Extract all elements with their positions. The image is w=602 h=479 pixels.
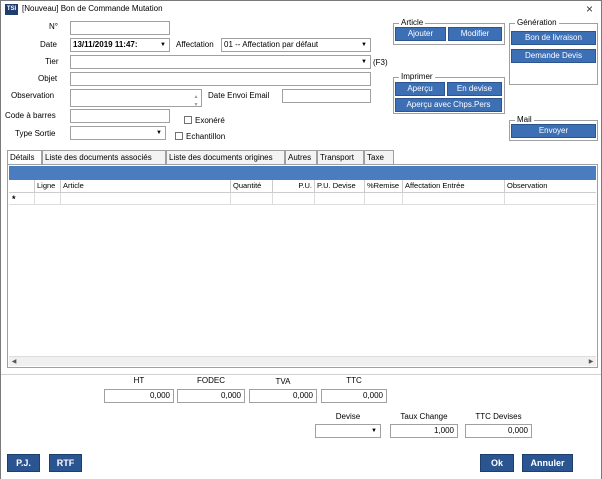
column-quantite[interactable]: Quantité [231, 180, 273, 193]
date-label: Date [40, 40, 57, 49]
tab-taxe[interactable]: Taxe [364, 150, 394, 164]
affectation-select[interactable]: 01 -- Affectation par défaut ▼ [221, 38, 371, 52]
ajouter-button[interactable]: Ajouter [395, 27, 446, 41]
close-icon[interactable]: × [586, 2, 593, 16]
pj-button[interactable]: P.J. [7, 454, 40, 472]
date-envoi-label: Date Envoi Email [208, 91, 270, 100]
demande-devis-button[interactable]: Demande Devis [511, 49, 596, 63]
new-row-marker: * [9, 193, 35, 205]
column-remise[interactable]: %Remise [365, 180, 403, 193]
apercu-chps-button[interactable]: Aperçu avec Chps.Pers [395, 98, 502, 112]
chevron-down-icon[interactable]: ▼ [359, 40, 369, 50]
tab-details[interactable]: Détails [7, 150, 42, 165]
column-observation[interactable]: Observation [505, 180, 596, 193]
divider [1, 374, 601, 375]
tva-value: 0,000 [249, 389, 317, 403]
echantillon-label: Echantillon [186, 132, 226, 141]
ht-value: 0,000 [104, 389, 174, 403]
cell-ligne[interactable] [35, 193, 61, 205]
cell-quantite[interactable] [231, 193, 273, 205]
title-bar: TSI [Nouveau] Bon de Commande Mutation × [1, 1, 601, 18]
tab-autres[interactable]: Autres [285, 150, 317, 164]
details-panel: Ligne Article Quantité P.U. P.U. Devise … [7, 164, 598, 368]
date-envoi-input[interactable] [282, 89, 371, 103]
column-article[interactable]: Article [61, 180, 231, 193]
num-label: N° [49, 22, 58, 31]
scroll-left-icon[interactable]: ◀ [9, 357, 19, 367]
column-affectation-entree[interactable]: Affectation Entrée [403, 180, 505, 193]
code-barres-input[interactable] [70, 109, 170, 123]
column-ligne[interactable]: Ligne [35, 180, 61, 193]
objet-label: Objet [38, 74, 58, 83]
modifier-button[interactable]: Modifier [448, 27, 502, 41]
tier-hint: (F3) [373, 58, 388, 67]
cell-observation[interactable] [505, 193, 596, 205]
horizontal-scrollbar[interactable]: ◀ ▶ [9, 356, 596, 366]
mail-group-title: Mail [515, 115, 534, 124]
fodec-label: FODEC [197, 376, 225, 385]
cell-remise[interactable] [365, 193, 403, 205]
ht-label: HT [133, 376, 145, 385]
rtf-button[interactable]: RTF [49, 454, 82, 472]
objet-input[interactable] [70, 72, 371, 86]
ttc-label: TTC [346, 376, 362, 385]
type-sortie-label: Type Sortie [15, 129, 56, 138]
ttc-devises-value: 0,000 [465, 424, 532, 438]
num-input[interactable] [70, 21, 170, 35]
article-group-title: Article [399, 18, 426, 27]
table-row[interactable]: * [9, 193, 596, 205]
date-value: 13/11/2019 11:47: [73, 40, 138, 49]
apercu-button[interactable]: Aperçu [395, 82, 445, 96]
echantillon-checkbox[interactable] [175, 132, 183, 140]
grid-group-bar [9, 166, 596, 180]
taux-change-value: 1,000 [390, 424, 458, 438]
observation-label: Observation [11, 91, 55, 100]
generation-group-title: Génération [515, 18, 559, 27]
chevron-down-icon[interactable]: ▼ [154, 128, 164, 138]
type-sortie-select[interactable]: ▼ [70, 126, 166, 140]
tab-documents-associes[interactable]: Liste des documents associés [42, 150, 166, 164]
tab-transport[interactable]: Transport [317, 150, 364, 164]
imprimer-group-title: Imprimer [399, 72, 435, 81]
main-window: TSI [Nouveau] Bon de Commande Mutation ×… [0, 0, 602, 479]
cell-pu-devise[interactable] [315, 193, 365, 205]
tier-label: Tier [45, 57, 59, 66]
affectation-value: 01 -- Affectation par défaut [224, 40, 319, 49]
window-title: [Nouveau] Bon de Commande Mutation [22, 4, 163, 13]
ok-button[interactable]: Ok [480, 454, 514, 472]
exonere-label: Exonéré [195, 116, 225, 125]
chevron-down-icon[interactable]: ▼ [359, 57, 369, 67]
code-barres-label: Code à barres [5, 111, 56, 120]
observation-input[interactable]: ▲ ▼ [70, 89, 202, 107]
ttc-value: 0,000 [321, 389, 387, 403]
taux-change-label: Taux Change [400, 412, 448, 421]
grid-indicator-column [9, 180, 35, 193]
annuler-button[interactable]: Annuler [522, 454, 573, 472]
column-pu[interactable]: P.U. [273, 180, 315, 193]
affectation-label: Affectation [176, 40, 214, 49]
column-pu-devise[interactable]: P.U. Devise [315, 180, 365, 193]
app-logo-icon: TSI [5, 4, 18, 15]
ttc-devises-label: TTC Devises [475, 412, 522, 421]
grid-header: Ligne Article Quantité P.U. P.U. Devise … [9, 180, 596, 193]
scroll-right-icon[interactable]: ▶ [586, 357, 596, 367]
chevron-down-icon[interactable]: ▼ [158, 40, 168, 50]
en-devise-button[interactable]: En devise [447, 82, 502, 96]
cell-affectation-entree[interactable] [403, 193, 505, 205]
chevron-down-icon[interactable]: ▼ [369, 426, 379, 436]
spin-down-icon[interactable]: ▼ [192, 99, 200, 106]
devise-label: Devise [335, 412, 361, 421]
tab-documents-origines[interactable]: Liste des documents origines [166, 150, 285, 164]
bon-livraison-button[interactable]: Bon de livraison [511, 31, 596, 45]
tier-select[interactable]: ▼ [70, 55, 371, 69]
fodec-value: 0,000 [177, 389, 245, 403]
tva-label: TVA [275, 377, 291, 386]
devise-select[interactable]: ▼ [315, 424, 381, 438]
exonere-checkbox[interactable] [184, 116, 192, 124]
date-input[interactable]: 13/11/2019 11:47: ▼ [70, 38, 170, 52]
cell-article[interactable] [61, 193, 231, 205]
cell-pu[interactable] [273, 193, 315, 205]
envoyer-button[interactable]: Envoyer [511, 124, 596, 138]
